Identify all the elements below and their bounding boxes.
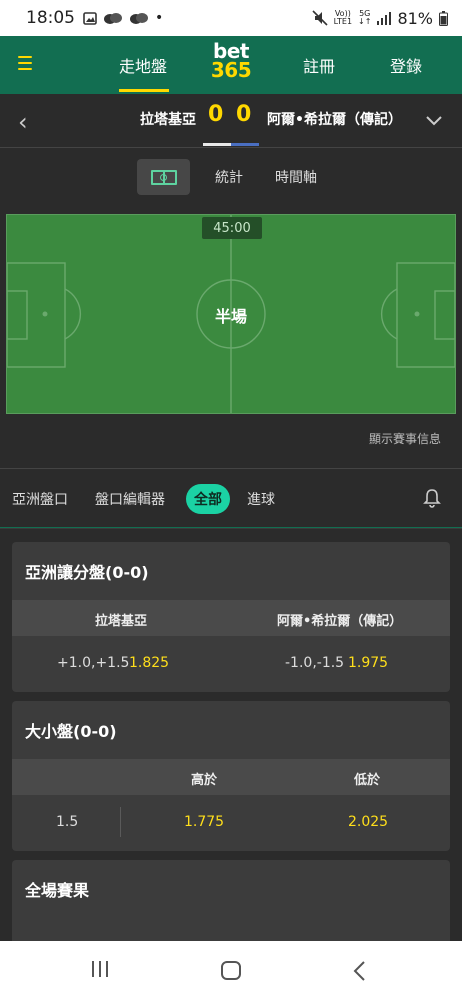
away-team-name: 阿爾•希拉爾（傳記）: [267, 112, 402, 128]
home-handicap-odds[interactable]: 1.825: [129, 655, 169, 671]
dropdown-chevron-icon[interactable]: [426, 116, 442, 126]
market-title[interactable]: 亞洲讓分盤(0-0): [12, 542, 450, 600]
bell-icon[interactable]: [423, 488, 441, 508]
odds-row: 1.5 1.775 2.025: [12, 795, 450, 851]
signal-type: 5G ↓↑: [358, 9, 372, 26]
pitch-icon: [150, 169, 177, 185]
home-kit-color: [203, 143, 231, 146]
tab-timeline[interactable]: 時間軸: [275, 167, 317, 187]
column-header-under: 低於: [354, 773, 381, 788]
divider: [120, 807, 121, 837]
status-time: 18:05: [26, 8, 75, 28]
menu-icon[interactable]: [18, 56, 32, 70]
tab-goals[interactable]: 進球: [247, 489, 275, 509]
match-clock: 45:00: [202, 217, 262, 239]
away-score: 0: [236, 102, 252, 127]
market-asian-handicap: 亞洲讓分盤(0-0) 拉塔基亞 阿爾•希拉爾（傳記） +1.0,+1.5 1.8…: [12, 542, 450, 692]
markets-list: 亞洲讓分盤(0-0) 拉塔基亞 阿爾•希拉爾（傳記） +1.0,+1.5 1.8…: [0, 529, 462, 941]
match-tracker: 45:00 半場 顯示賽事信息: [0, 208, 462, 468]
tab-bet-builder[interactable]: 盤口編輯器: [95, 489, 165, 509]
column-header-away: 阿爾•希拉爾（傳記）: [277, 614, 403, 629]
notification-icon: [130, 12, 148, 24]
under-odds[interactable]: 2.025: [348, 814, 388, 830]
tab-pitch[interactable]: [137, 159, 190, 195]
tab-asian-lines[interactable]: 亞洲盤口: [12, 489, 68, 509]
away-handicap-line[interactable]: -1.0,-1.5: [285, 655, 344, 671]
image-icon: [83, 11, 97, 25]
home-icon[interactable]: [221, 961, 241, 980]
market-header-row: 高於 低於: [12, 759, 450, 795]
odds-row: +1.0,+1.5 1.825 -1.0,-1.5 1.975: [12, 636, 450, 692]
network-indicator: Vo)) LTE1: [333, 9, 353, 26]
away-handicap-odds[interactable]: 1.975: [348, 655, 388, 671]
register-link[interactable]: 註冊: [303, 36, 335, 94]
away-kit-color: [231, 143, 259, 146]
tab-all[interactable]: 全部: [186, 484, 230, 514]
market-over-under: 大小盤(0-0) 高於 低於 1.5 1.775 2.025: [12, 701, 450, 851]
battery-percent: 81%: [397, 8, 433, 28]
app-header: 走地盤 bet 365 註冊 登錄: [0, 36, 462, 94]
system-nav-bar: [0, 941, 462, 1000]
notification-icon: [104, 12, 122, 24]
back-chevron-icon[interactable]: ‹: [18, 108, 28, 136]
login-link[interactable]: 登錄: [390, 36, 422, 94]
column-header-over: 高於: [191, 773, 218, 788]
football-pitch: 45:00 半場: [6, 214, 456, 414]
home-handicap-line[interactable]: +1.0,+1.5: [57, 655, 129, 671]
tab-stats[interactable]: 統計: [215, 167, 243, 187]
market-header-row: 拉塔基亞 阿爾•希拉爾（傳記）: [12, 600, 450, 636]
bet365-logo[interactable]: bet 365: [208, 41, 254, 80]
show-match-info-link[interactable]: 顯示賽事信息: [369, 430, 441, 447]
market-title[interactable]: 大小盤(0-0): [12, 701, 450, 759]
market-title[interactable]: 全場賽果: [12, 860, 450, 918]
home-team-name: 拉塔基亞: [140, 112, 196, 128]
total-line: 1.5: [56, 814, 79, 830]
column-header-home: 拉塔基亞: [95, 614, 148, 629]
battery-icon: [439, 10, 448, 26]
status-bar: 18:05 • Vo)) LTE1 5G ↓↑ 81%: [0, 0, 462, 36]
signal-icon: [377, 11, 392, 25]
match-scoreboard: ‹ 拉塔基亞 0 0 阿爾•希拉爾（傳記）: [0, 94, 462, 148]
home-score: 0: [208, 102, 224, 127]
market-tabs: 亞洲盤口 盤口編輯器 全部 進球: [0, 468, 462, 528]
nav-live-in-play[interactable]: 走地盤: [119, 36, 170, 94]
recent-apps-icon[interactable]: [92, 961, 108, 977]
view-tabs: 統計 時間軸: [0, 148, 462, 208]
status-dot: •: [155, 10, 164, 26]
market-full-time-result: 全場賽果: [12, 860, 450, 941]
back-icon[interactable]: [352, 960, 366, 982]
mute-icon: [312, 10, 328, 26]
match-status: 半場: [215, 307, 248, 326]
over-odds[interactable]: 1.775: [184, 814, 224, 830]
